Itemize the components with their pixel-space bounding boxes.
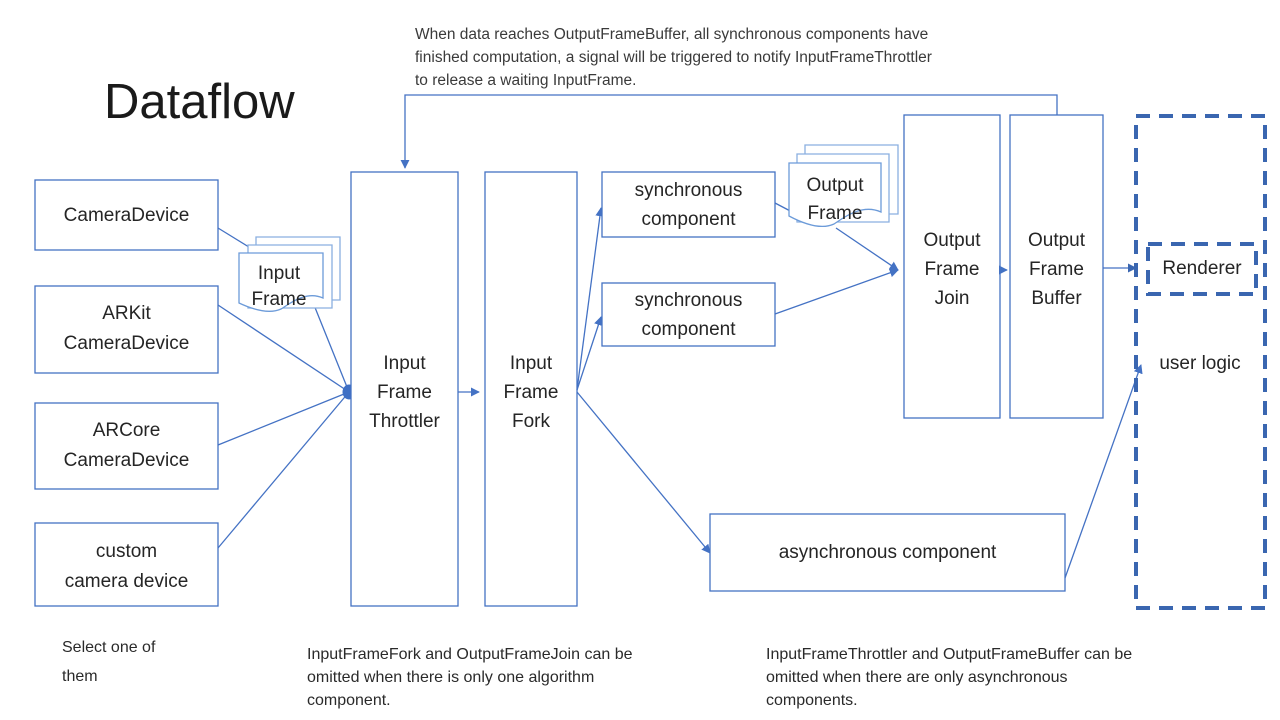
- input-frame-fork-label-2: Frame: [504, 382, 559, 403]
- caption-select-one-line-2: them: [62, 668, 98, 685]
- source-box-custom-camera-device-rect: [34, 522, 219, 607]
- connector-custom-to-throttler: [217, 391, 350, 549]
- input-frame-fork-label-3: Fork: [512, 411, 551, 432]
- source-box-arkit-camera-device-rect: [34, 285, 219, 374]
- output-frame-buffer-label-3: Buffer: [1031, 288, 1082, 309]
- caption-middle-line-3: component.: [307, 692, 391, 709]
- dataflow-diagram-canvas: Dataflow When data reaches OutputFrameBu…: [0, 0, 1280, 720]
- sync-top-label-2: component: [641, 209, 736, 230]
- user-logic-label: user logic: [1159, 353, 1240, 374]
- user-logic-region[interactable]: Renderer user logic: [1134, 114, 1267, 610]
- output-frame-buffer-label-1: Output: [1028, 230, 1086, 251]
- sync-top-label-1: synchronous: [635, 180, 743, 201]
- pipeline-box-output-frame-buffer[interactable]: Output Frame Buffer: [1009, 114, 1104, 419]
- connector-fork-to-async: [576, 391, 711, 554]
- connector-fork-to-sync-top: [576, 207, 605, 391]
- pipeline-box-output-frame-join[interactable]: Output Frame Join: [903, 114, 1001, 419]
- source-box-arcore-camera-device-label-2: CameraDevice: [64, 450, 190, 471]
- source-box-camera-device-label-1: CameraDevice: [64, 205, 190, 226]
- source-box-arcore-camera-device-rect: [34, 402, 219, 490]
- source-box-arcore-camera-device[interactable]: ARCore CameraDevice: [34, 402, 219, 490]
- source-box-arcore-camera-device-label-1: ARCore: [93, 420, 161, 441]
- output-frame-stack: Output Frame: [788, 144, 899, 228]
- input-frame-throttler-label-2: Frame: [377, 382, 432, 403]
- source-box-arkit-camera-device-label-2: CameraDevice: [64, 333, 190, 354]
- pipeline-box-input-frame-fork[interactable]: Input Frame Fork: [484, 171, 578, 607]
- source-box-arkit-camera-device-label-1: ARKit: [102, 303, 151, 324]
- input-frame-fork-label-1: Input: [510, 353, 553, 374]
- top-note-line-1: When data reaches OutputFrameBuffer, all…: [415, 26, 928, 43]
- source-box-camera-device[interactable]: CameraDevice: [34, 179, 219, 251]
- top-note-line-2: finished computation, a signal will be t…: [415, 49, 932, 66]
- output-frame-join-label-2: Frame: [925, 259, 980, 280]
- input-frame-label-1: Input: [258, 263, 301, 284]
- source-box-custom-camera-device[interactable]: custom camera device: [34, 522, 219, 607]
- caption-right-line-3: components.: [766, 692, 858, 709]
- output-frame-join-label-3: Join: [935, 288, 970, 309]
- source-box-arkit-camera-device[interactable]: ARKit CameraDevice: [34, 285, 219, 374]
- caption-right-line-2: omitted when there are only asynchronous: [766, 669, 1068, 686]
- input-frame-stack: Input Frame: [238, 236, 341, 312]
- top-note-line-3: to release a waiting InputFrame.: [415, 72, 636, 89]
- component-box-async[interactable]: asynchronous component: [709, 513, 1066, 592]
- pipeline-box-input-frame-throttler[interactable]: Input Frame Throttler: [350, 171, 459, 607]
- connector-arcore-to-throttler: [217, 391, 350, 446]
- connector-output-frame-to-join: [835, 227, 899, 271]
- output-frame-buffer-label-2: Frame: [1029, 259, 1084, 280]
- input-frame-throttler-label-3: Throttler: [369, 411, 440, 432]
- caption-middle-line-2: omitted when there is only one algorithm: [307, 669, 594, 686]
- component-box-sync-top[interactable]: synchronous component: [601, 171, 776, 238]
- source-box-custom-camera-device-label-2: camera device: [65, 571, 189, 592]
- output-frame-label-2: Frame: [808, 203, 863, 224]
- caption-right-line-1: InputFrameThrottler and OutputFrameBuffe…: [766, 646, 1132, 663]
- output-frame-label-1: Output: [806, 175, 864, 196]
- source-box-custom-camera-device-label-1: custom: [96, 541, 157, 562]
- caption-middle-line-1: InputFrameFork and OutputFrameJoin can b…: [307, 646, 633, 663]
- sync-bottom-label-1: synchronous: [635, 290, 743, 311]
- page-title: Dataflow: [104, 75, 295, 129]
- input-frame-label-2: Frame: [252, 289, 307, 310]
- output-frame-join-label-1: Output: [923, 230, 981, 251]
- connector-fork-to-sync-bottom: [576, 316, 603, 391]
- component-box-sync-bottom[interactable]: synchronous component: [601, 282, 776, 347]
- input-frame-throttler-label-1: Input: [383, 353, 426, 374]
- async-component-label: asynchronous component: [779, 542, 997, 563]
- caption-select-one-line-1: Select one of: [62, 639, 156, 656]
- sync-bottom-label-2: component: [641, 319, 736, 340]
- connector-arkit-to-throttler: [217, 304, 350, 393]
- connector-input-frame-to-throttler: [313, 304, 350, 393]
- renderer-label: Renderer: [1162, 258, 1242, 279]
- diagram-svg: Dataflow When data reaches OutputFrameBu…: [34, 26, 1267, 709]
- connector-sync-bottom-to-join: [774, 268, 899, 315]
